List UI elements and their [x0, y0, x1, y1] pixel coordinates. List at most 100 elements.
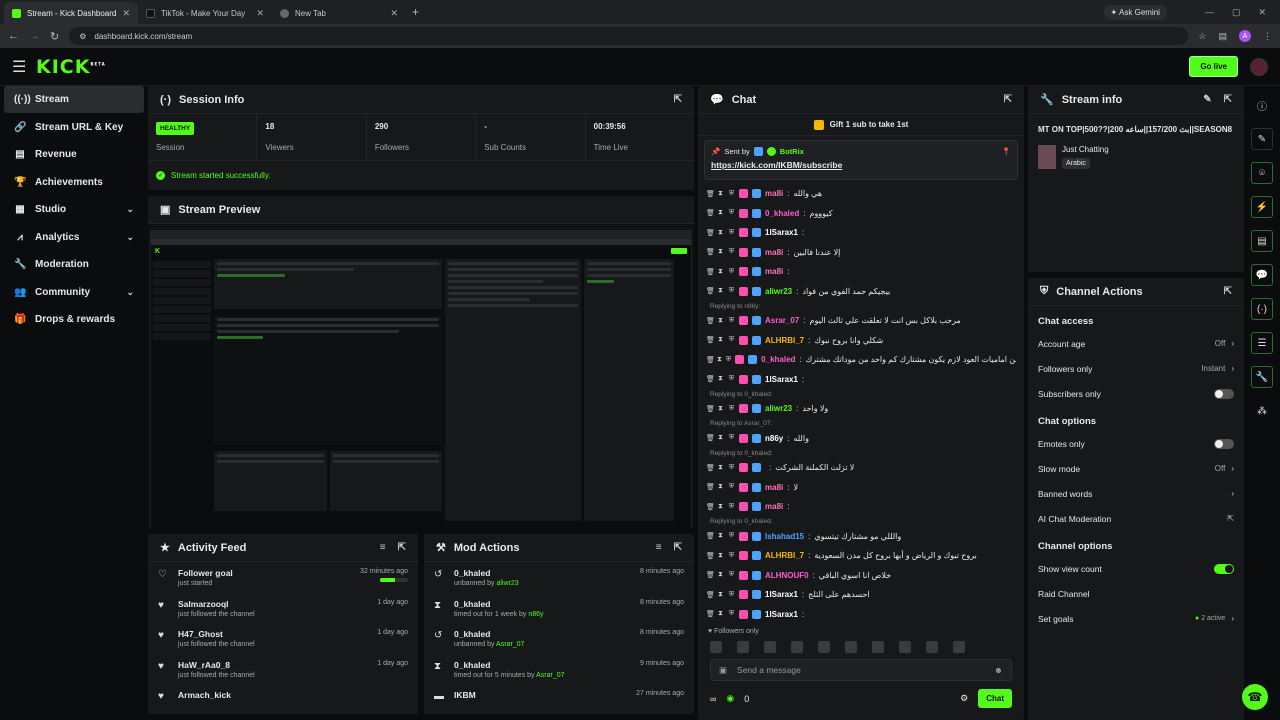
- delete-icon[interactable]: 🗑: [706, 552, 715, 560]
- followers-only-row[interactable]: Followers only Instant ›: [1028, 356, 1244, 381]
- pinned-link[interactable]: https://kick.com/IKBM/subscribe: [711, 160, 1011, 170]
- sidebar-item-achievements[interactable]: 🏆 Achievements: [4, 169, 144, 196]
- chat-message[interactable]: 🗑 ⧗ ⛨ n86y: والله: [706, 429, 1016, 449]
- ai-moderation-row[interactable]: AI Chat Moderation ⇱: [1028, 506, 1244, 531]
- chat-message[interactable]: 🗑 ⧗ ⛨ 1lSarax1:: [706, 223, 1016, 243]
- timeout-icon[interactable]: ⧗: [717, 229, 724, 237]
- ban-icon[interactable]: ⛨: [728, 190, 735, 198]
- timeout-icon[interactable]: ⧗: [717, 434, 724, 442]
- profile-avatar[interactable]: A: [1239, 30, 1251, 42]
- delete-icon[interactable]: 🗑: [706, 209, 715, 217]
- chat-message[interactable]: 🗑 ⧗ ⛨ aliwr23: ولا واحد: [706, 399, 1016, 419]
- chat-message[interactable]: 🗑 ⧗ ⛨ Ishahad15: والللي مو مشتارك تيتسوي: [706, 527, 1016, 547]
- popout-icon[interactable]: ⇱: [674, 94, 682, 105]
- hamburger-menu-icon[interactable]: ☰: [12, 57, 34, 77]
- list-icon[interactable]: ☰: [1251, 332, 1273, 354]
- stream-preview-video[interactable]: K: [148, 224, 694, 528]
- mod-user[interactable]: Asrar_07: [496, 641, 524, 648]
- timeout-icon[interactable]: ⧗: [717, 571, 724, 579]
- chat-username[interactable]: ma8i: [765, 502, 783, 511]
- timeout-icon[interactable]: ⧗: [717, 375, 724, 383]
- emote-icon[interactable]: [953, 641, 965, 653]
- info-icon[interactable]: ⓘ: [1251, 94, 1273, 116]
- chat-message[interactable]: 🗑 ⧗ ⛨ ma8i: هي والله: [706, 184, 1016, 204]
- subscribers-only-toggle[interactable]: [1214, 388, 1234, 399]
- timeout-icon[interactable]: ⧗: [717, 317, 724, 325]
- chat-message[interactable]: 🗑 ⧗ ⛨ ma8i:: [706, 262, 1016, 282]
- sidebar-item-stream[interactable]: ((·)) Stream: [4, 86, 144, 113]
- chat-username[interactable]: n86y: [765, 434, 783, 443]
- ban-icon[interactable]: ⛨: [728, 268, 735, 276]
- sidebar-item-revenue[interactable]: ▤ Revenue: [4, 141, 144, 168]
- sidebar-item-stream-url[interactable]: 🔗 Stream URL & Key: [4, 114, 144, 141]
- emote-icon[interactable]: [737, 641, 749, 653]
- chat-message[interactable]: 🗑 ⧗ ⛨ 1lSarax1:: [706, 605, 1016, 625]
- chat-message[interactable]: 🗑 ⧗ ⛨ ALHNOUF0: خلاص انا اسوي الباقي: [706, 566, 1016, 586]
- chat-message[interactable]: 🗑 ⧗ ⛨ aliwr23: بيجيكم حمد الفوي من فواد: [706, 282, 1016, 302]
- delete-icon[interactable]: 🗑: [706, 591, 715, 599]
- chat-username[interactable]: 1lSarax1: [765, 228, 798, 237]
- emote-icon[interactable]: [899, 641, 911, 653]
- clip-icon[interactable]: ⌾: [1251, 162, 1273, 184]
- delete-icon[interactable]: 🗑: [706, 336, 715, 344]
- forward-icon[interactable]: →: [29, 30, 40, 42]
- emote-icon[interactable]: [845, 641, 857, 653]
- unpin-icon[interactable]: 📍: [1002, 147, 1011, 156]
- go-live-button[interactable]: Go live: [1189, 56, 1238, 77]
- ban-icon[interactable]: ⛨: [728, 532, 735, 540]
- chat-username[interactable]: 1lSarax1: [765, 610, 798, 619]
- show-view-count-toggle[interactable]: [1214, 563, 1234, 574]
- raid-channel-row[interactable]: Raid Channel: [1028, 581, 1244, 606]
- delete-icon[interactable]: 🗑: [706, 571, 715, 579]
- timeout-icon[interactable]: ⧗: [717, 356, 722, 364]
- delete-icon[interactable]: 🗑: [706, 375, 715, 383]
- chat-message[interactable]: 🗑 ⧗ ⛨ ALHRBI_7: شكلي وانا بروح نبوك: [706, 331, 1016, 351]
- wrench-icon[interactable]: 🔧: [1251, 366, 1273, 388]
- chat-username[interactable]: ALHRBI_7: [765, 551, 804, 560]
- delete-icon[interactable]: 🗑: [706, 356, 715, 364]
- ban-icon[interactable]: ⛨: [728, 503, 735, 511]
- chat-icon[interactable]: 💬: [1251, 264, 1273, 286]
- chat-message[interactable]: 🗑 ⧗ ⛨ 0_khaled: كيوووم: [706, 204, 1016, 224]
- emoji-icon[interactable]: ☻: [994, 665, 1003, 675]
- timeout-icon[interactable]: ⧗: [717, 464, 724, 472]
- delete-icon[interactable]: 🗑: [706, 464, 715, 472]
- chat-username[interactable]: ma8i: [765, 189, 783, 198]
- ban-icon[interactable]: ⛨: [728, 464, 735, 472]
- gift-sub-banner[interactable]: Gift 1 sub to take 1st: [698, 114, 1024, 136]
- minimize-icon[interactable]: —: [1205, 7, 1214, 18]
- chat-username[interactable]: ALHNOUF0: [765, 571, 809, 580]
- stream-category[interactable]: Just Chatting: [1062, 145, 1109, 154]
- account-age-row[interactable]: Account age Off ›: [1028, 331, 1244, 356]
- emote-icon[interactable]: [818, 641, 830, 653]
- delete-icon[interactable]: 🗑: [706, 532, 715, 540]
- ban-icon[interactable]: ⛨: [728, 483, 735, 491]
- chat-message[interactable]: 🗑 ⧗ ⛨ ma8i: لا: [706, 478, 1016, 498]
- maximize-icon[interactable]: ▢: [1232, 7, 1241, 18]
- edit-pencil-icon[interactable]: ✎: [1251, 128, 1273, 150]
- timeout-icon[interactable]: ⧗: [717, 248, 724, 256]
- pinned-sender[interactable]: BotRix: [780, 147, 804, 156]
- ban-icon[interactable]: ⛨: [728, 248, 735, 256]
- chat-message[interactable]: 🗑 ⧗ ⛨: لا تزلت الكملنة الشركت: [706, 458, 1016, 478]
- ban-icon[interactable]: ⛨: [728, 375, 735, 383]
- chat-username[interactable]: aliwr23: [765, 287, 792, 296]
- close-window-icon[interactable]: ✕: [1258, 7, 1266, 18]
- new-tab-icon[interactable]: +: [412, 5, 419, 19]
- ask-gemini-button[interactable]: ✦ Ask Gemini: [1103, 4, 1167, 20]
- bookmark-star-icon[interactable]: ☆: [1198, 31, 1206, 42]
- sidebar-item-studio[interactable]: ▦ Studio ⌄: [4, 196, 144, 223]
- ban-icon[interactable]: ⛨: [728, 552, 735, 560]
- close-tab-icon[interactable]: ✕: [390, 8, 398, 19]
- ban-icon[interactable]: ⛨: [728, 591, 735, 599]
- broadcast-icon[interactable]: (·): [1251, 298, 1273, 320]
- chat-message[interactable]: 🗑 ⧗ ⛨ Asrar_07: مرحب بلاكل بس انت لا تعلقت ع…: [706, 311, 1016, 331]
- chat-message[interactable]: 🗑 ⧗ ⛨ 0_khaled: من اماميات العود لازم يكون م…: [706, 350, 1016, 370]
- lightning-icon[interactable]: ⚡: [1251, 196, 1273, 218]
- emote-icon[interactable]: [926, 641, 938, 653]
- timeout-icon[interactable]: ⧗: [717, 591, 724, 599]
- timeout-icon[interactable]: ⧗: [717, 190, 724, 198]
- close-tab-icon[interactable]: ✕: [122, 8, 130, 19]
- delete-icon[interactable]: 🗑: [706, 483, 715, 491]
- mod-user[interactable]: aliwr23: [496, 580, 518, 587]
